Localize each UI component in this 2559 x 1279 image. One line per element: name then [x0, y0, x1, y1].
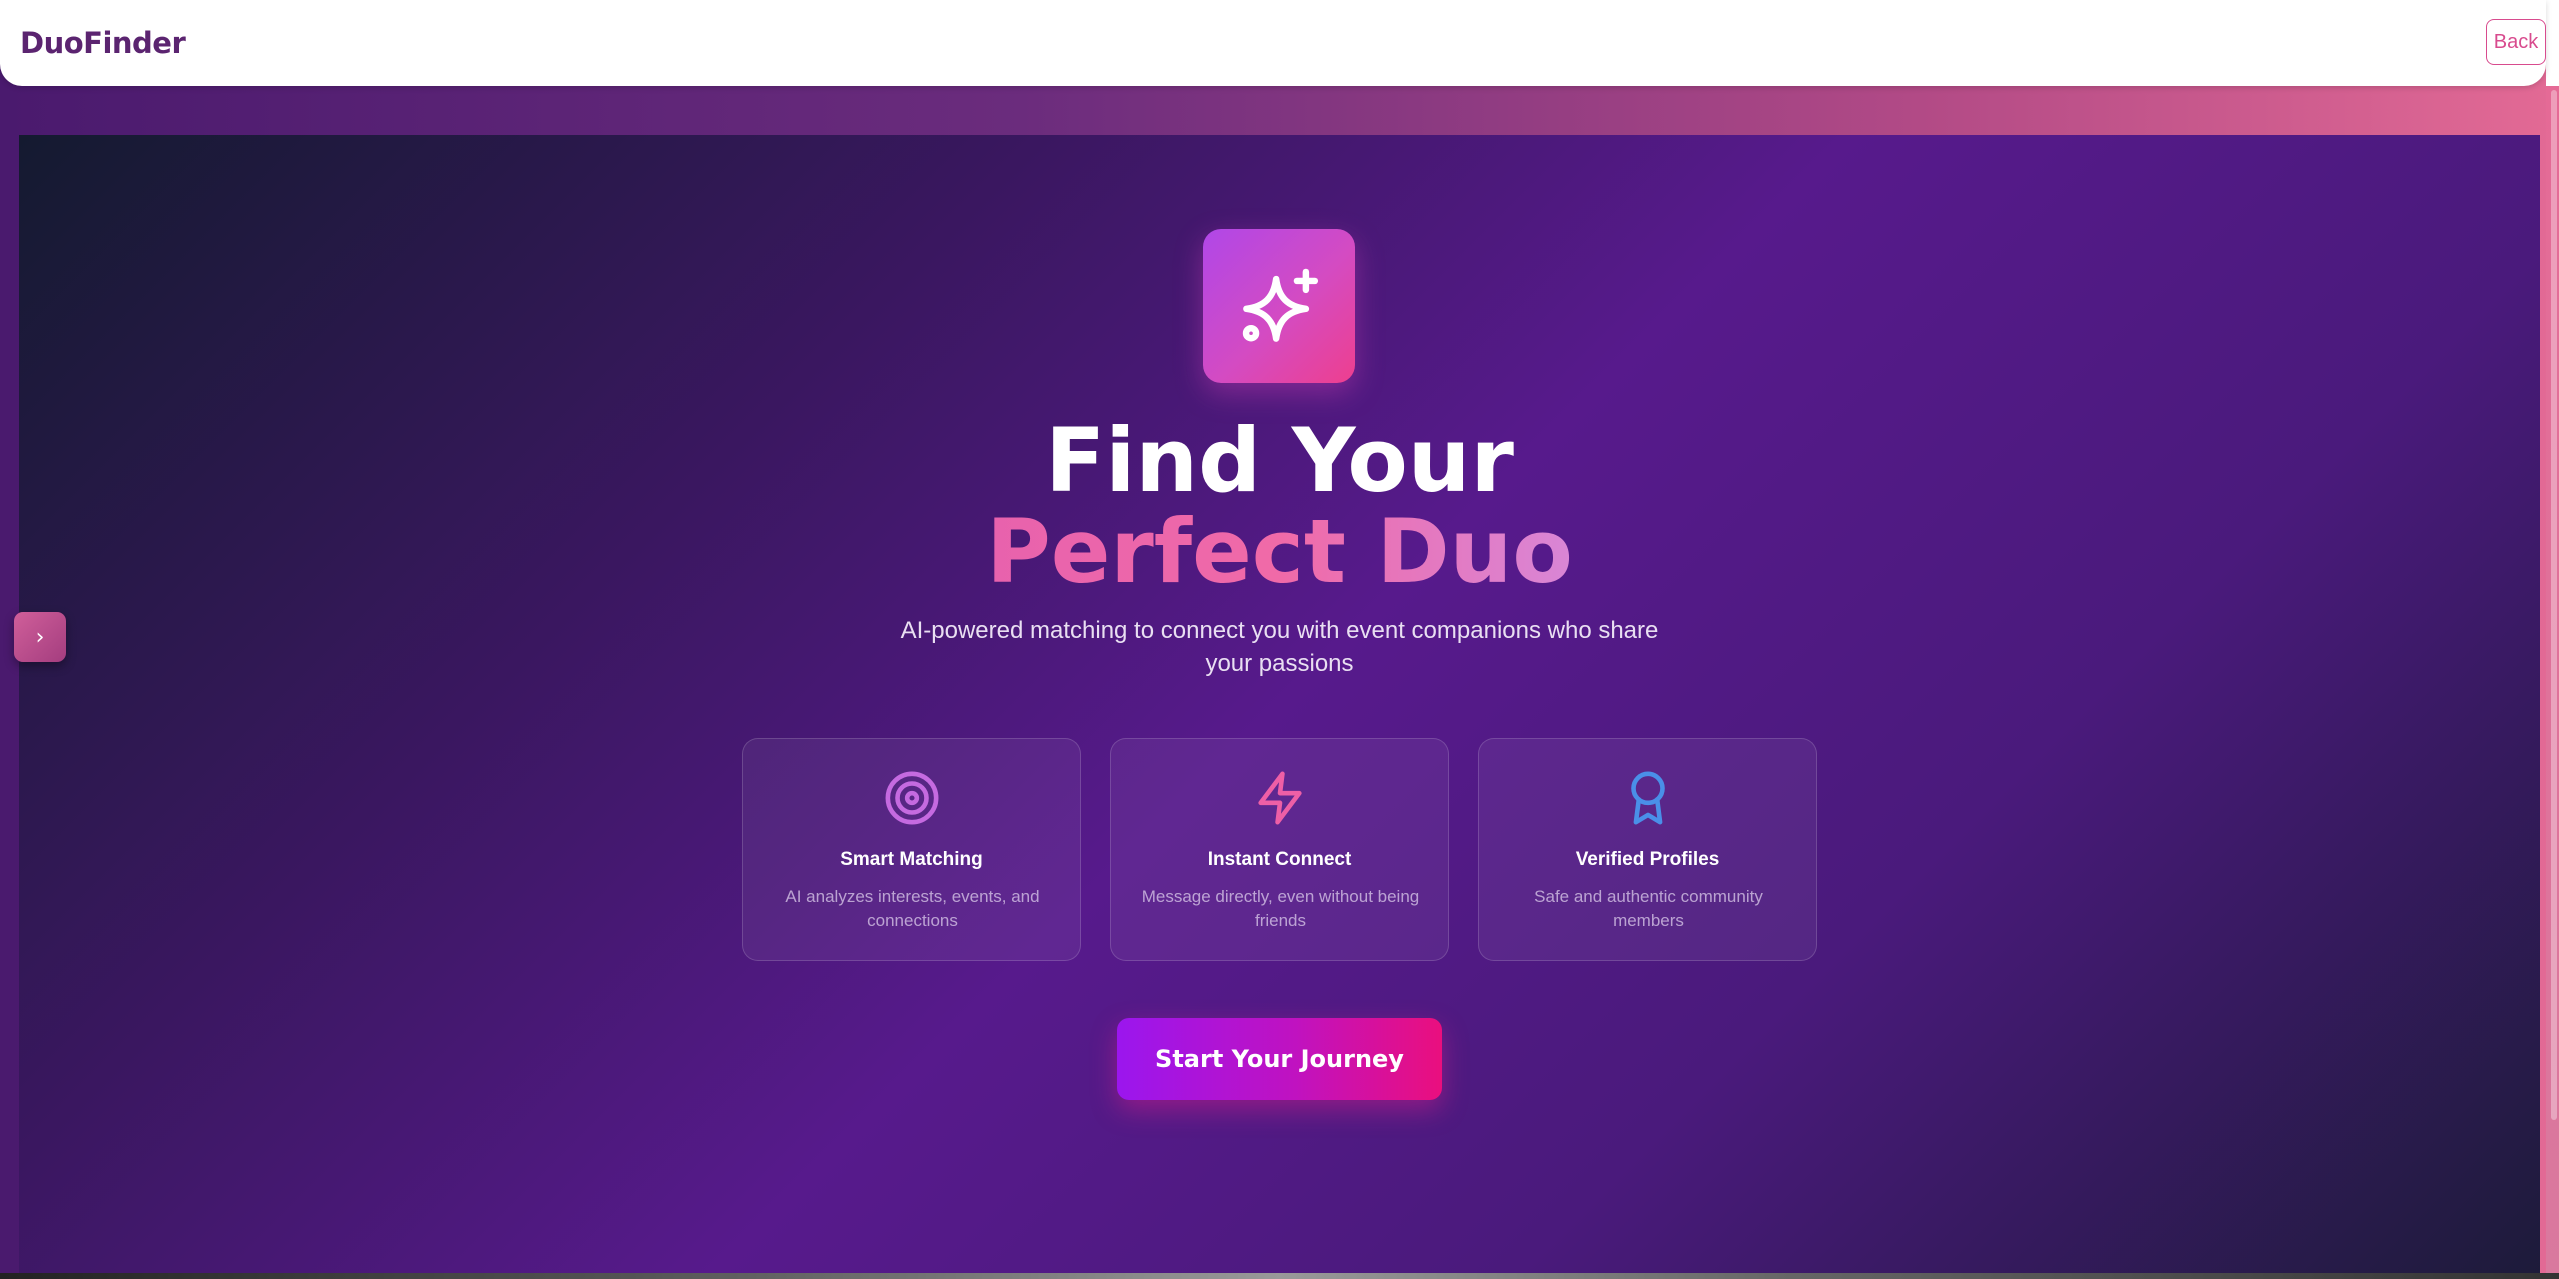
feature-card-instant-connect: Instant Connect Message directly, even w… — [1110, 738, 1449, 961]
target-icon — [885, 771, 938, 825]
sparkles-icon — [1242, 268, 1319, 342]
feature-description: Message directly, even without being fri… — [1141, 887, 1420, 930]
feature-title: Instant Connect — [1207, 849, 1352, 870]
feature-description: Safe and authentic community members — [1534, 887, 1763, 930]
back-button[interactable]: Back — [2486, 19, 2546, 65]
top-nav-bar: DuoFinder Back — [0, 0, 2546, 86]
brand-logo-text[interactable]: DuoFinder — [20, 26, 186, 60]
chevron-right-icon: › — [35, 624, 45, 650]
feature-card-verified-profiles: Verified Profiles Safe and authentic com… — [1478, 738, 1817, 961]
hero-headline-highlight: Perfect Duo — [986, 500, 1573, 603]
page-scrollbar[interactable] — [2551, 90, 2557, 1120]
sidebar-toggle-button[interactable]: › — [14, 612, 66, 662]
feature-title: Smart Matching — [840, 849, 983, 870]
feature-description: AI analyzes interests, events, and conne… — [785, 887, 1040, 930]
hero-subtitle: AI-powered matching to connect you with … — [900, 617, 1659, 677]
zap-icon — [1257, 771, 1302, 825]
award-icon — [1630, 771, 1665, 825]
feature-card-smart-matching: Smart Matching AI analyzes interests, ev… — [742, 738, 1081, 961]
hero-headline-line2: Perfect Duo — [0, 505, 2559, 598]
app-logo-tile — [1203, 229, 1355, 383]
bottom-edge — [0, 1273, 2559, 1279]
start-journey-button[interactable]: Start Your Journey — [1117, 1018, 1442, 1100]
feature-title: Verified Profiles — [1575, 849, 1720, 870]
hero-headline-line1: Find Your — [1045, 409, 1514, 512]
